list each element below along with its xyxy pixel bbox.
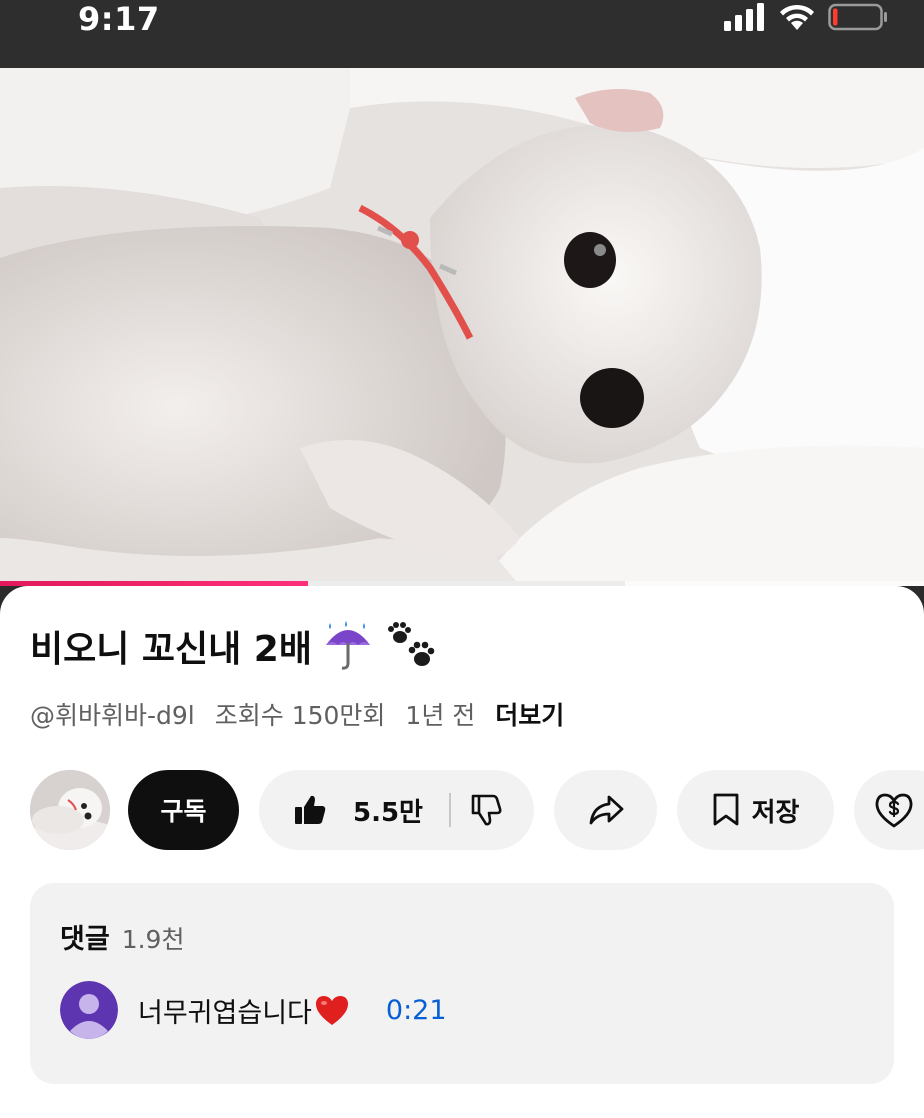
comment-text: 너무귀엽습니다 <box>138 991 350 1030</box>
dislike-button[interactable] <box>451 770 521 850</box>
red-heart-icon <box>315 996 348 1025</box>
paw-prints-icon <box>387 622 435 666</box>
comments-header: 댓글 1.9천 <box>60 917 184 956</box>
wifi-icon <box>780 4 814 30</box>
bookmark-icon <box>713 793 738 826</box>
action-row: 구독 5.5만 저장 <box>30 770 924 850</box>
umbrella-with-rain-icon <box>325 621 370 670</box>
video-info-sheet: 비오니 꼬신내 2배 @휘바휘바-d9l 조회수 150만회 1년 전 더보기 <box>0 586 924 1118</box>
top-comment[interactable]: 너무귀엽습니다 0:21 <box>60 981 447 1039</box>
more-link[interactable]: 더보기 <box>495 696 564 732</box>
status-icons <box>724 2 888 32</box>
save-label: 저장 <box>751 797 800 828</box>
default-user-avatar-icon <box>60 981 118 1039</box>
cellular-signal-icon <box>724 3 764 31</box>
comments-panel[interactable]: 댓글 1.9천 너무귀엽습니다 0:21 <box>30 883 894 1084</box>
comments-label: 댓글 <box>60 924 110 955</box>
battery-icon <box>828 3 887 31</box>
channel-handle[interactable]: @휘바휘바-d9l <box>30 696 195 732</box>
commenter-avatar <box>60 981 118 1039</box>
subscribe-button[interactable]: 구독 <box>128 770 239 850</box>
heart-dollar-icon <box>875 793 913 828</box>
video-player[interactable] <box>0 68 924 586</box>
share-icon <box>589 795 623 825</box>
channel-avatar-image <box>30 770 110 850</box>
share-button[interactable] <box>554 770 657 850</box>
video-frame <box>0 68 924 586</box>
thanks-button[interactable] <box>854 770 924 850</box>
view-count: 조회수 150만회 <box>214 701 386 730</box>
video-meta: @휘바휘바-d9l 조회수 150만회 1년 전 더보기 <box>30 696 564 732</box>
thumbs-down-icon <box>471 794 502 826</box>
thumbs-up-icon <box>295 795 326 824</box>
comments-count: 1.9천 <box>121 925 185 954</box>
comment-timestamp-link[interactable]: 0:21 <box>386 995 447 1026</box>
channel-avatar[interactable] <box>30 770 110 850</box>
like-count: 5.5만 <box>353 797 423 828</box>
like-button[interactable]: 5.5만 <box>259 770 423 850</box>
status-bar: 9:17 <box>0 0 924 68</box>
video-title-text: 비오니 꼬신내 2배 <box>30 629 312 670</box>
comment-body: 너무귀엽습니다 <box>138 997 312 1029</box>
save-button[interactable]: 저장 <box>677 770 834 850</box>
video-title: 비오니 꼬신내 2배 <box>30 620 440 672</box>
upload-age: 1년 전 <box>405 701 476 730</box>
like-dislike-group: 5.5만 <box>259 770 534 850</box>
status-time: 9:17 <box>78 0 160 38</box>
